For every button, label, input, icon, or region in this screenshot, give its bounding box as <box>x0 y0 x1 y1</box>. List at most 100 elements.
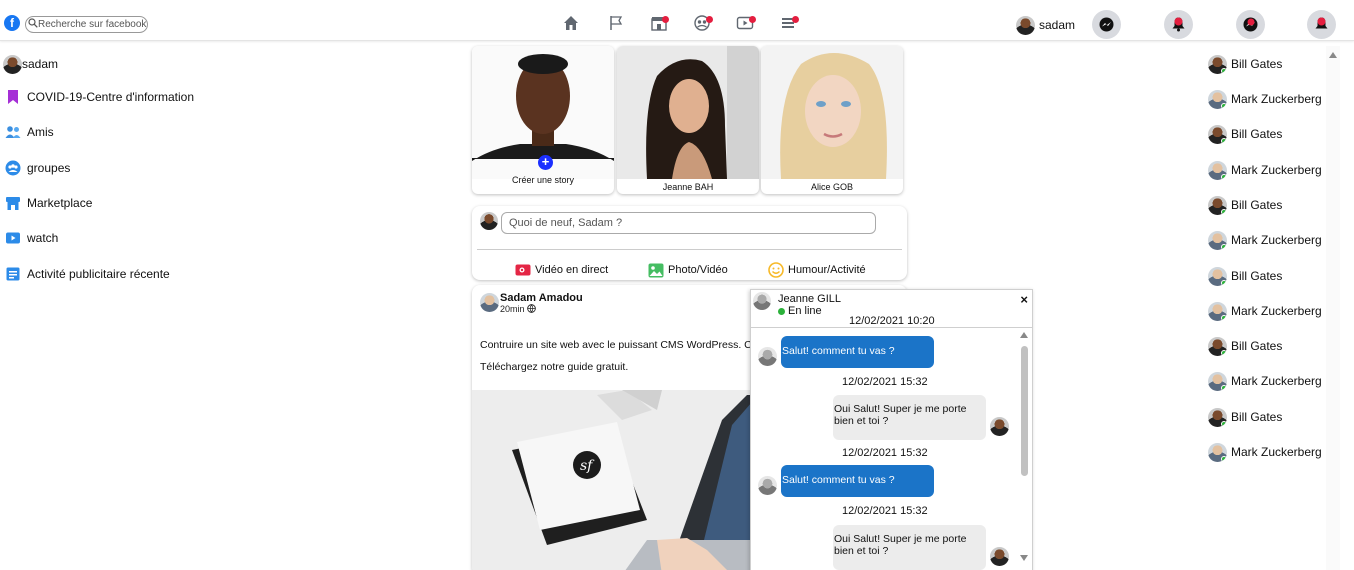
avatar <box>1208 266 1227 286</box>
stories-row: + Créer une story Jeanne BAH Alice GOB <box>472 46 907 194</box>
scroll-up-arrow-icon[interactable] <box>1329 52 1337 58</box>
post-time-text: 20min <box>500 304 525 314</box>
groups-icon <box>5 160 21 176</box>
story-jeanne[interactable]: Jeanne BAH <box>617 46 759 194</box>
contact-item[interactable]: Bill Gates <box>1208 54 1282 74</box>
add-story-plus-icon[interactable]: + <box>538 155 553 170</box>
video-notification-badge <box>749 16 756 23</box>
messenger-button[interactable] <box>1092 10 1121 39</box>
close-icon[interactable]: × <box>1020 292 1028 307</box>
account-menu-button[interactable] <box>1307 10 1336 39</box>
messenger-alert-button[interactable] <box>1236 10 1265 39</box>
message-bubble-incoming: Salut! comment tu vas ? <box>781 465 934 497</box>
post-text-line: Téléchargez notre guide gratuit. <box>480 361 629 373</box>
contact-item[interactable]: Bill Gates <box>1208 195 1282 215</box>
message-line: bien et toi ? <box>834 545 889 557</box>
contact-item[interactable]: Mark Zuckerberg <box>1208 301 1322 321</box>
avatar <box>1208 195 1227 215</box>
contact-name: Bill Gates <box>1231 269 1283 283</box>
message-bubble-outgoing: Oui Salut! Super je me porte bien et toi… <box>833 395 986 440</box>
scroll-up-arrow-icon[interactable] <box>1020 332 1028 338</box>
story-create[interactable]: + Créer une story <box>472 46 614 194</box>
contacts-scrollbar[interactable] <box>1326 46 1340 570</box>
bell-icon <box>1172 17 1185 32</box>
avatar <box>1208 336 1227 356</box>
avatar <box>1208 301 1227 321</box>
search-input[interactable]: Recherche sur facebook <box>25 16 148 33</box>
avatar <box>753 292 771 310</box>
online-indicator-icon <box>1221 243 1227 250</box>
story-photo <box>617 46 759 179</box>
facebook-logo-icon[interactable]: f <box>4 15 20 31</box>
photo-video-button[interactable]: Photo/Vidéo <box>648 262 728 278</box>
status-input[interactable]: Quoi de neuf, Sadam ? <box>501 212 876 234</box>
message-timestamp: 12/02/2021 15:32 <box>842 376 928 388</box>
notifications-button[interactable] <box>1164 10 1193 39</box>
online-indicator-icon <box>1221 420 1227 427</box>
contact-name: Bill Gates <box>1231 339 1283 353</box>
online-indicator-icon <box>1221 173 1227 180</box>
sidebar-item-covid[interactable]: COVID-19-Centre d'information <box>5 87 194 107</box>
live-video-icon <box>515 264 531 276</box>
message-line: Oui Salut! Super je me porte <box>834 533 967 545</box>
contact-item[interactable]: Bill Gates <box>1208 407 1282 427</box>
online-indicator-icon <box>1221 349 1227 356</box>
contact-name: Bill Gates <box>1231 410 1283 424</box>
feeling-activity-button[interactable]: Humour/Activité <box>768 262 866 278</box>
sidebar-item-marketplace[interactable]: Marketplace <box>5 193 92 213</box>
online-indicator-icon <box>1221 384 1227 391</box>
scroll-thumb[interactable] <box>1021 346 1028 476</box>
chat-scrollbar[interactable] <box>1018 330 1030 567</box>
live-video-button[interactable]: Vidéo en direct <box>515 262 608 278</box>
message-bubble-outgoing: Oui Salut! Super je me porte bien et toi… <box>833 525 986 570</box>
contact-name: Mark Zuckerberg <box>1231 163 1322 177</box>
chat-status-text: En line <box>788 305 822 317</box>
contact-item[interactable]: Mark Zuckerberg <box>1208 371 1322 391</box>
online-indicator-icon <box>1221 314 1227 321</box>
chat-status: En line <box>778 305 822 317</box>
bookmark-icon <box>8 90 18 104</box>
flag-icon[interactable] <box>607 14 625 32</box>
contact-item[interactable]: Mark Zuckerberg <box>1208 442 1322 462</box>
home-icon[interactable] <box>562 14 580 32</box>
scroll-down-arrow-icon[interactable] <box>1020 555 1028 561</box>
contact-item[interactable]: Bill Gates <box>1208 124 1282 144</box>
chat-contact-name[interactable]: Jeanne GILL <box>778 293 841 305</box>
search-icon <box>28 18 38 28</box>
store-notification-badge <box>662 16 669 23</box>
online-indicator-icon <box>1221 102 1227 109</box>
sidebar-item-ads[interactable]: Activité publicitaire récente <box>5 264 170 284</box>
avatar <box>990 417 1009 436</box>
sidebar-item-watch[interactable]: watch <box>5 228 58 248</box>
bell-icon <box>1315 17 1328 29</box>
sidebar-item-groups[interactable]: groupes <box>5 158 70 178</box>
sidebar-item-profile[interactable]: sadam <box>3 54 58 74</box>
top-navigation-bar: f Recherche sur facebook sadam <box>0 0 1354 41</box>
avatar <box>758 476 777 495</box>
story-alice[interactable]: Alice GOB <box>761 46 903 194</box>
contact-item[interactable]: Mark Zuckerberg <box>1208 160 1322 180</box>
story-photo <box>761 46 903 179</box>
avatar <box>1208 54 1227 74</box>
groups-notification-badge <box>706 16 713 23</box>
online-indicator-icon <box>1221 455 1227 462</box>
contact-item[interactable]: Mark Zuckerberg <box>1208 89 1322 109</box>
online-indicator-icon <box>1221 279 1227 286</box>
chat-window: Jeanne GILL En line × 12/02/2021 10:20 S… <box>750 289 1033 570</box>
sidebar-item-friends[interactable]: Amis <box>5 122 54 142</box>
globe-icon <box>527 304 536 313</box>
post-author-name[interactable]: Sadam Amadou <box>500 292 583 304</box>
online-indicator-icon <box>1221 137 1227 144</box>
avatar <box>1208 160 1227 180</box>
friends-icon <box>5 126 21 138</box>
contact-item[interactable]: Bill Gates <box>1208 266 1282 286</box>
avatar <box>1208 371 1227 391</box>
message-bubble-incoming: Salut! comment tu vas ? <box>781 336 934 368</box>
profile-button[interactable]: sadam <box>1016 15 1075 35</box>
contact-name: Mark Zuckerberg <box>1231 92 1322 106</box>
menu-notification-badge <box>792 16 799 23</box>
sidebar-item-label: Marketplace <box>27 196 93 210</box>
sidebar-item-label: Amis <box>27 125 54 139</box>
contact-item[interactable]: Mark Zuckerberg <box>1208 230 1322 250</box>
contact-item[interactable]: Bill Gates <box>1208 336 1282 356</box>
